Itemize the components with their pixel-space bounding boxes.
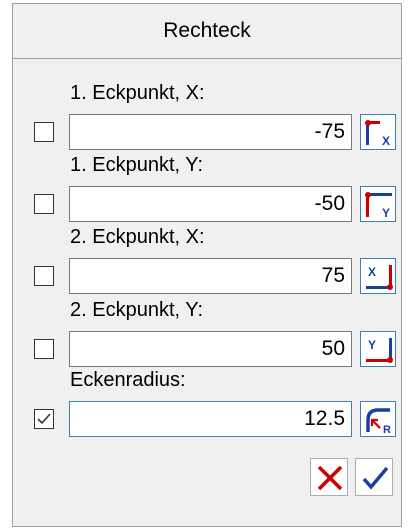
pick-letter: Y: [368, 338, 376, 352]
field-label-corner2-x: 2. Eckpunkt, X:: [70, 226, 205, 248]
checkmark-icon: [37, 413, 51, 425]
field-label-corner2-y: 2. Eckpunkt, Y:: [70, 299, 204, 321]
checkbox-corner2-y[interactable]: [34, 339, 54, 359]
rechteck-dialog: Rechteck 1. Eckpunkt, X: X 1. Eckpunkt, …: [12, 3, 402, 527]
checkbox-corner-radius[interactable]: [34, 409, 54, 429]
checkbox-corner1-x[interactable]: [34, 122, 54, 142]
pick-corner1-y-button[interactable]: Y: [360, 186, 396, 222]
corner-bottom-right-x-icon: X: [366, 265, 393, 290]
field-label-corner-radius: Eckenradius:: [70, 369, 186, 391]
checkbox-corner2-x[interactable]: [34, 266, 54, 286]
dialog-title-bar: Rechteck: [13, 4, 401, 59]
pick-corner-radius-button[interactable]: R: [360, 401, 396, 437]
pick-corner2-y-button[interactable]: Y: [360, 331, 396, 367]
cancel-x-icon: [317, 465, 343, 491]
corner-bottom-right-y-icon: Y: [366, 338, 393, 363]
input-corner2-y[interactable]: [69, 331, 352, 367]
checkbox-corner1-y[interactable]: [34, 194, 54, 214]
pick-letter: R: [383, 424, 391, 436]
ok-button[interactable]: [355, 458, 393, 496]
ok-check-icon: [362, 466, 389, 490]
input-corner2-x[interactable]: [69, 258, 352, 294]
corner-top-left-y-icon: Y: [365, 192, 392, 220]
pick-letter: X: [368, 265, 376, 279]
pick-letter: X: [382, 134, 390, 148]
pick-corner1-x-button[interactable]: X: [360, 114, 396, 150]
input-corner1-y[interactable]: [69, 186, 352, 222]
pick-letter: Y: [382, 206, 390, 220]
dialog-title: Rechteck: [163, 19, 251, 42]
cancel-button[interactable]: [310, 458, 348, 496]
corner-top-left-x-icon: X: [365, 120, 390, 148]
field-label-corner1-x: 1. Eckpunkt, X:: [70, 82, 205, 104]
pick-corner2-x-button[interactable]: X: [360, 258, 396, 294]
input-corner-radius[interactable]: [69, 401, 352, 437]
input-corner1-x[interactable]: [69, 114, 352, 150]
field-label-corner1-y: 1. Eckpunkt, Y:: [70, 154, 204, 176]
corner-radius-icon: R: [366, 408, 391, 436]
